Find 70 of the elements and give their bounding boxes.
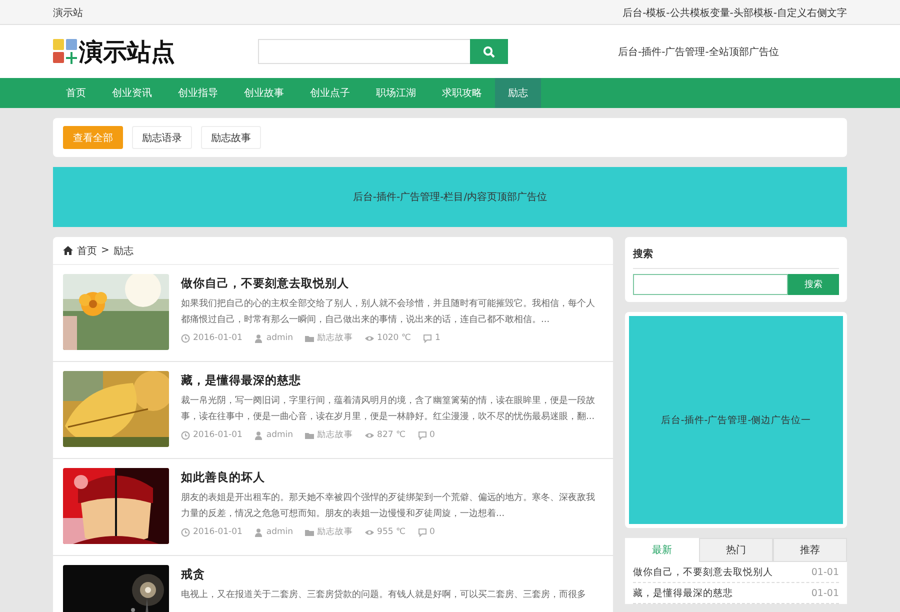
views-text: 827 ℃ xyxy=(377,430,406,440)
home-icon xyxy=(63,246,73,255)
nav-link[interactable]: 创业点子 xyxy=(297,78,363,108)
breadcrumb-separator: > xyxy=(101,245,110,256)
article-title[interactable]: 做你自己，不要刻意去取悦别人 xyxy=(181,276,603,291)
site-name: 演示站 xyxy=(53,6,83,20)
date-text: 01-01 xyxy=(811,588,839,598)
nav-link[interactable]: 励志 xyxy=(495,78,541,108)
clock-icon xyxy=(181,334,190,342)
category-link[interactable]: 励志故事 xyxy=(317,526,354,538)
search-button[interactable]: 搜索 xyxy=(788,274,839,295)
search-field[interactable] xyxy=(258,39,470,64)
article-title[interactable]: 戒贪 xyxy=(181,567,603,582)
user-icon xyxy=(254,430,264,440)
article-title[interactable]: 藏，是懂得最深的慈悲 xyxy=(181,373,603,388)
clock-icon xyxy=(181,430,190,440)
ad-banner: 后台-插件-广告管理-栏目/内容页顶部广告位 xyxy=(53,167,847,227)
nav-link[interactable]: 创业资讯 xyxy=(99,78,165,108)
ad-banner: 后台-插件-广告管理-侧边广告位一 xyxy=(629,316,843,524)
eye-icon xyxy=(365,528,374,536)
filter-button[interactable]: 励志语录 xyxy=(132,126,192,149)
article-excerpt: 电视上，又在报道关于二套房、三套房贷款的问题。有钱人就是好啊，可以买二套房、三套房，而很多 xyxy=(181,588,587,602)
top-bar-link[interactable]: 后台-模板-公共模板变量-头部模板-自定义右侧文字 xyxy=(622,6,847,20)
nav-link[interactable]: 求职攻略 xyxy=(429,78,495,108)
date-text: 2016-01-01 xyxy=(193,527,242,537)
folder-icon xyxy=(305,334,314,342)
category-link[interactable]: 励志故事 xyxy=(317,332,354,344)
header-ad-text: 后台-插件-广告管理-全站顶部广告位 xyxy=(618,46,779,58)
eye-icon xyxy=(365,430,374,440)
folder-icon xyxy=(305,528,314,536)
eye-icon xyxy=(365,334,374,342)
tab[interactable]: 最新 xyxy=(625,538,699,562)
views-text: 955 ℃ xyxy=(377,527,406,537)
widget-title: 搜索 xyxy=(633,241,839,269)
nav-link[interactable]: 创业指导 xyxy=(165,78,231,108)
tab[interactable]: 热门 xyxy=(699,538,773,562)
nav-link[interactable]: 首页 xyxy=(53,78,99,108)
category-link[interactable]: 励志故事 xyxy=(317,429,354,441)
user-icon xyxy=(254,334,264,342)
logo-text: 演示站点 xyxy=(79,36,175,68)
list-link[interactable]: 藏，是懂得最深的慈悲 xyxy=(633,586,733,600)
search-field[interactable] xyxy=(633,274,788,295)
views-text: 1020 ℃ xyxy=(377,333,411,343)
breadcrumb-link[interactable]: 励志 xyxy=(113,244,134,258)
article-title[interactable]: 如此善良的坏人 xyxy=(181,470,603,485)
comment-icon xyxy=(418,528,427,536)
folder-icon xyxy=(305,430,314,440)
comment-count-text: 1 xyxy=(434,333,440,343)
search-button[interactable] xyxy=(470,39,508,64)
comment-icon xyxy=(418,430,427,440)
article-excerpt: 裁一帛光阴，写一阕旧词，字里行间，蕴着清风明月的境，含了幽篁篱菊的情，读在眼眸里，便是一段故事，读在往事中，便是一曲心音，读在岁月里，便是一林静好。红尘漫漫，吹不尽的忧伤最易迷眼，翻... xyxy=(181,394,596,424)
nav-link[interactable]: 职场江湖 xyxy=(363,78,429,108)
date-text: 01-01 xyxy=(811,566,839,578)
date-text: 2016-01-01 xyxy=(193,333,242,343)
comment-count-text: 0 xyxy=(430,527,435,537)
filter-button[interactable]: 励志故事 xyxy=(201,126,261,149)
article-excerpt: 如果我们把自己的心的主权全部交给了别人，别人就不会珍惜，并且随时有可能摧毁它。我相信，每个人都痛恨过自己，时常有那么一瞬间，自己做出来的事情，说出来的话，连自己都不敢相信。... xyxy=(181,298,596,327)
comment-icon xyxy=(422,334,432,342)
logo-icon xyxy=(53,38,77,64)
filter-button[interactable]: 查看全部 xyxy=(63,126,123,149)
search-icon xyxy=(483,46,495,58)
breadcrumb-link[interactable]: 首页 xyxy=(77,244,97,258)
comment-count-text: 0 xyxy=(430,430,435,440)
user-icon xyxy=(254,528,264,536)
clock-icon xyxy=(181,528,190,536)
nav-link[interactable]: 创业故事 xyxy=(231,78,297,108)
article-excerpt: 朋友的表姐是开出租车的。那天她不幸被四个强悍的歹徒绑架到一个荒僻、偏远的地方。寒冬、深夜敌我力量的反差，情况之危急可想而知。朋友的表姐一边慢慢和歹徒周旋，一边想着... xyxy=(181,492,596,521)
list-link[interactable]: 做你自己，不要刻意去取悦别人 xyxy=(633,566,773,578)
tab[interactable]: 推荐 xyxy=(773,538,847,562)
date-text: 2016-01-01 xyxy=(193,430,242,440)
